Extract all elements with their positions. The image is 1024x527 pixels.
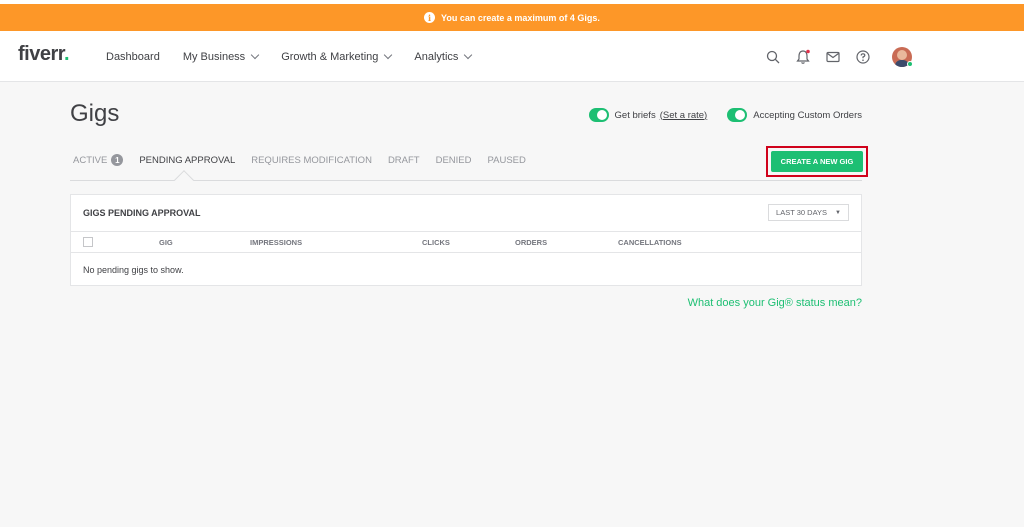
tab-paused[interactable]: PAUSED (488, 150, 526, 170)
chevron-down-icon (384, 50, 393, 60)
col-clicks: CLICKS (422, 238, 450, 247)
mail-icon[interactable] (824, 48, 842, 66)
gigs-pending-card: GIGS PENDING APPROVAL LAST 30 DAYS ▼ GIG… (70, 194, 862, 286)
col-gig: GIG (159, 238, 173, 247)
gig-status-tabs: ACTIVE 1 PENDING APPROVAL REQUIRES MODIF… (73, 150, 542, 170)
chevron-down-icon (250, 50, 260, 60)
tab-requires-modification[interactable]: REQUIRES MODIFICATION (251, 150, 372, 170)
chevron-down-icon (464, 50, 473, 60)
custom-orders-toggle[interactable] (727, 108, 748, 122)
tab-denied[interactable]: DENIED (436, 150, 472, 170)
select-all-checkbox[interactable] (83, 237, 93, 247)
col-orders: ORDERS (515, 238, 548, 247)
period-dropdown[interactable]: LAST 30 DAYS ▼ (768, 204, 849, 221)
custom-orders-label: Accepting Custom Orders (753, 109, 862, 121)
tab-draft[interactable]: DRAFT (388, 150, 420, 170)
caret-down-icon: ▼ (835, 209, 841, 216)
nav-my-business[interactable]: My Business (183, 50, 260, 63)
get-briefs-label: Get briefs (614, 109, 656, 121)
search-icon[interactable] (764, 48, 782, 66)
fiverr-logo[interactable]: fiverr. (18, 43, 70, 66)
banner-text: You can create a maximum of 4 Gigs. (441, 12, 600, 23)
page-title: Gigs (70, 100, 120, 127)
set-rate-link[interactable]: (Set a rate) (660, 110, 708, 121)
top-header: fiverr. Dashboard My Business Growth & M… (0, 31, 1024, 82)
table-header: GIG IMPRESSIONS CLICKS ORDERS CANCELLATI… (71, 231, 861, 253)
card-title: GIGS PENDING APPROVAL (83, 208, 201, 218)
nav-analytics[interactable]: Analytics (414, 50, 473, 63)
seller-toggles: Get briefs (Set a rate) Accepting Custom… (588, 108, 862, 122)
header-icons (752, 31, 912, 82)
custom-orders-toggle-group: Accepting Custom Orders (727, 108, 862, 122)
tab-active[interactable]: ACTIVE 1 (73, 150, 124, 170)
get-briefs-toggle[interactable] (588, 108, 609, 122)
col-impressions: IMPRESSIONS (250, 238, 303, 247)
avatar-face (897, 49, 907, 60)
active-count-badge: 1 (111, 154, 124, 166)
col-cancellations: CANCELLATIONS (618, 238, 682, 247)
empty-state-message: No pending gigs to show. (83, 265, 184, 275)
gig-status-help-link[interactable]: What does your Gig® status mean? (688, 297, 862, 309)
help-icon[interactable] (854, 48, 872, 66)
nav-growth-marketing[interactable]: Growth & Marketing (281, 50, 393, 63)
nav-dashboard[interactable]: Dashboard (106, 51, 160, 63)
tab-pending-approval[interactable]: PENDING APPROVAL (139, 150, 235, 170)
create-new-gig-button[interactable]: CREATE A NEW GIG (771, 151, 863, 172)
main-nav: Dashboard My Business Growth & Marketing… (106, 31, 494, 82)
active-tab-pointer (174, 170, 194, 190)
get-briefs-toggle-group: Get briefs (Set a rate) (588, 108, 708, 122)
gig-limit-banner: i You can create a maximum of 4 Gigs. (0, 4, 1024, 31)
info-icon: i (424, 12, 436, 23)
bell-icon[interactable] (794, 48, 812, 66)
online-status-dot (907, 61, 913, 67)
